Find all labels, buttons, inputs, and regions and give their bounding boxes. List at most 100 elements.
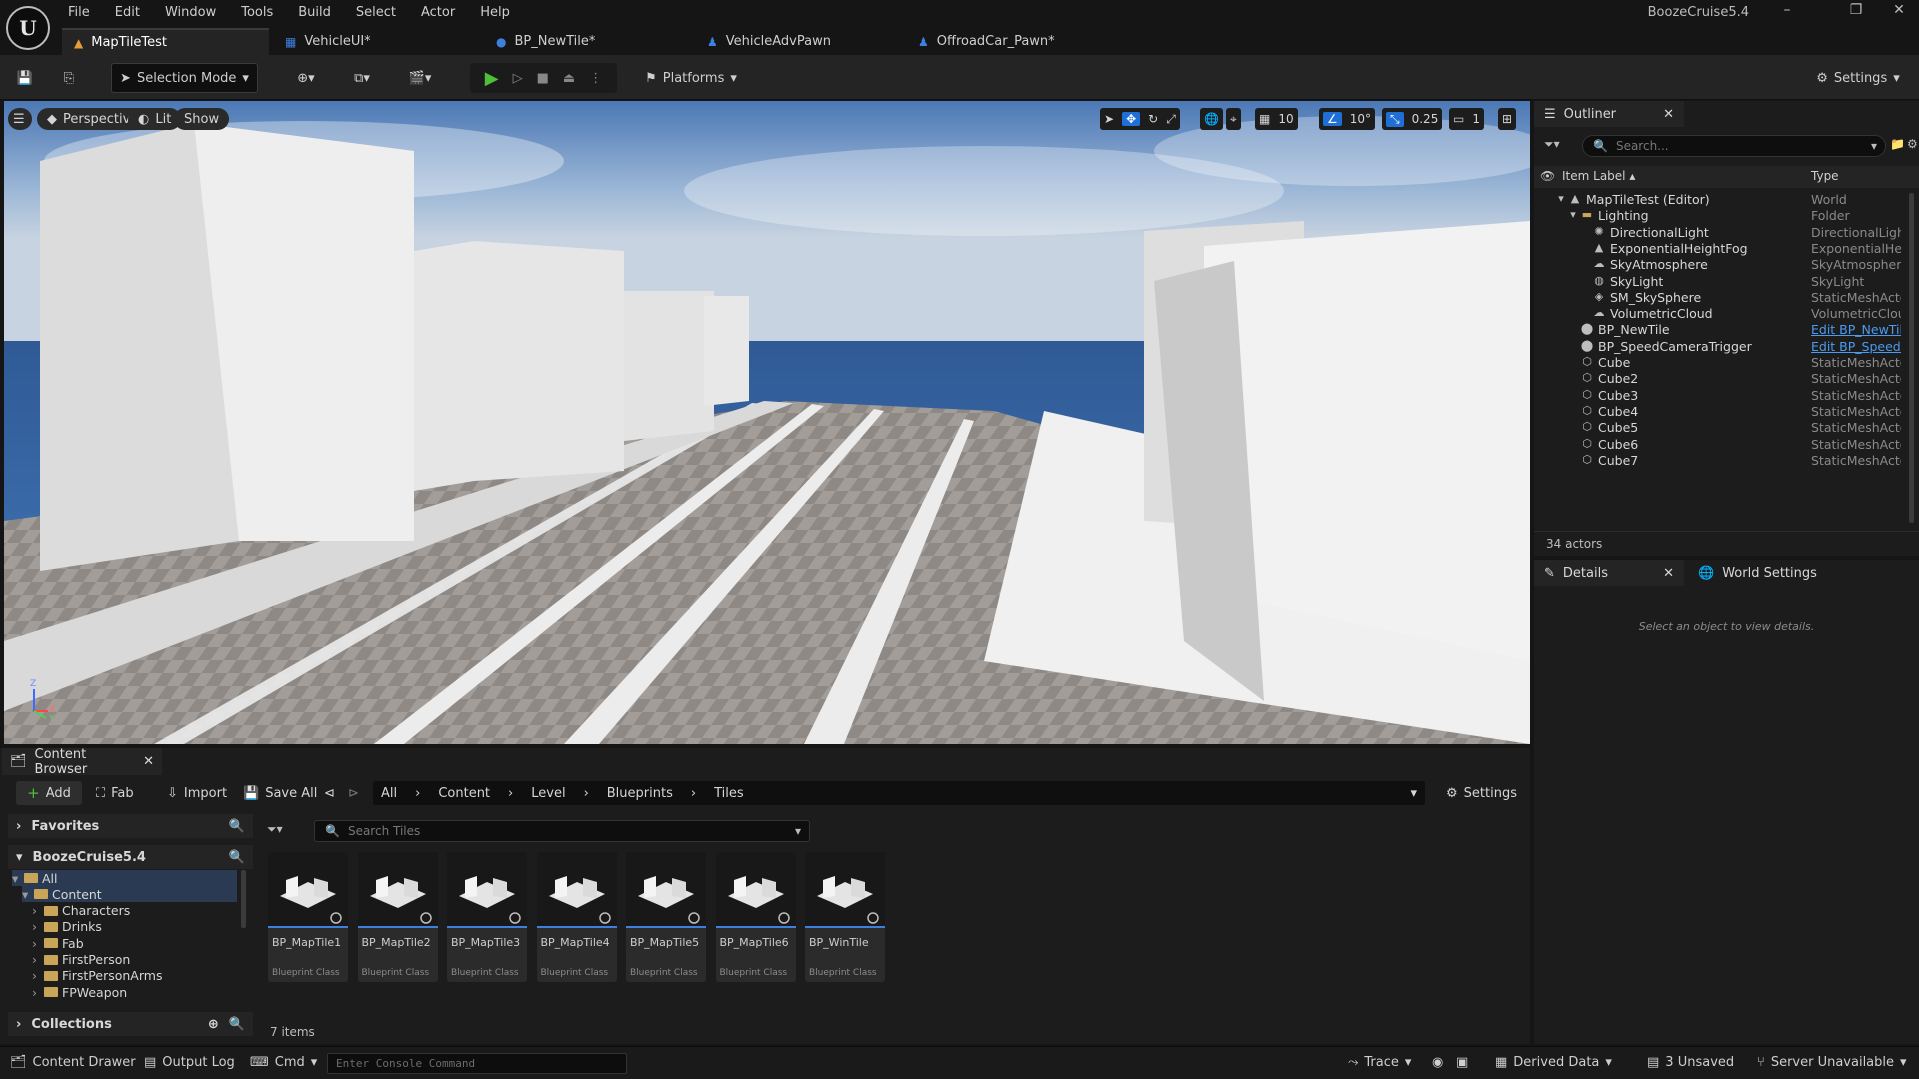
favorites-header[interactable]: › Favorites 🔍 [8, 814, 253, 838]
show-button[interactable]: Show [174, 108, 230, 130]
folder-tree-item[interactable]: › FPWeapon [32, 984, 127, 1000]
step-icon[interactable]: ▷ [513, 71, 523, 86]
col-type[interactable]: Type [1811, 169, 1839, 183]
outliner-row[interactable]: ⬡ Cube7 StaticMeshActor [1534, 451, 1902, 471]
add-actor-icon[interactable]: ⊕▾ [287, 63, 325, 93]
close-icon[interactable]: ✕ [143, 754, 154, 769]
close-icon[interactable]: ✕ [1663, 566, 1674, 581]
asset-search-input[interactable]: 🔍 Search Tiles ▾ [314, 820, 810, 842]
tab-content-browser[interactable]: 🗂 Content Browser ✕ [2, 747, 162, 777]
folder-tree-item[interactable]: ▾ Content [22, 886, 237, 903]
col-item-label[interactable]: Item Label ▴ [1562, 169, 1635, 183]
breadcrumb-level[interactable]: Level [531, 786, 565, 801]
unreal-logo-icon[interactable]: U [6, 6, 50, 50]
outliner-search-input[interactable]: 🔍 Search... ▾ [1582, 135, 1886, 157]
maximize-viewport-icon[interactable]: ⊞ [1498, 108, 1517, 130]
source-control-dropdown[interactable]: ⑂ Server Unavailable ▾ [1757, 1055, 1907, 1070]
platforms-dropdown[interactable]: ⚑ Platforms ▾ [641, 63, 741, 93]
asset-tile[interactable]: BP_MapTile3 Blueprint Class [447, 852, 527, 982]
save-icon[interactable]: 💾 [14, 63, 36, 93]
asset-tile[interactable]: BP_WinTile Blueprint Class [805, 852, 885, 982]
eye-icon[interactable]: 👁 [1540, 169, 1555, 183]
menu-build[interactable]: Build [298, 5, 331, 20]
eject-icon[interactable]: ⏏ [563, 71, 575, 86]
chevron-right-icon[interactable]: › [32, 936, 40, 951]
derived-data-dropdown[interactable]: ▦ Derived Data ▾ [1495, 1055, 1612, 1070]
search-icon[interactable]: 🔍 [229, 850, 245, 865]
select-tool-icon[interactable]: ➤ [1104, 112, 1114, 126]
filter-icon[interactable]: ⏷▾ [1544, 137, 1560, 152]
new-folder-icon[interactable]: 📁 [1890, 137, 1905, 151]
rotate-tool-icon[interactable]: ↻ [1148, 112, 1158, 126]
chevron-down-icon[interactable]: ▾ [22, 887, 30, 902]
world-space-icon[interactable]: 🌐 [1200, 108, 1223, 130]
fab-button[interactable]: ⛶ Fab [96, 781, 134, 805]
menu-edit[interactable]: Edit [115, 5, 140, 20]
close-window-icon[interactable]: ✕ [1879, 2, 1919, 24]
scale-tool-icon[interactable]: ⤢ [1166, 112, 1176, 127]
console-command-input[interactable]: Enter Console Command [327, 1053, 627, 1074]
search-icon[interactable]: 🔍 [229, 1017, 245, 1032]
unsaved-button[interactable]: ▤ 3 Unsaved [1647, 1055, 1734, 1070]
folder-tree-item[interactable]: ▾ All [12, 870, 237, 886]
folder-tree-item[interactable]: › FirstPerson [32, 952, 130, 968]
camera-speed-button[interactable]: ▭ 1 [1449, 108, 1484, 130]
trace-dropdown[interactable]: ⤳ Trace ▾ [1348, 1055, 1411, 1070]
save-all-button[interactable]: 💾 Save All [243, 781, 317, 805]
chevron-right-icon[interactable]: › [32, 968, 40, 983]
close-icon[interactable]: ✕ [1663, 107, 1674, 122]
restore-icon[interactable]: ❐ [1836, 2, 1876, 24]
asset-tile[interactable]: BP_MapTile4 Blueprint Class [536, 852, 617, 982]
gear-icon[interactable]: ⚙ [1907, 137, 1918, 151]
tab-bp-newtile[interactable]: ● BP_NewTile* [484, 28, 691, 55]
chevron-right-icon[interactable]: › [32, 952, 40, 967]
tab-world-settings[interactable]: 🌐 World Settings [1688, 560, 1868, 586]
asset-tile[interactable]: BP_MapTile2 Blueprint Class [357, 852, 438, 982]
record-icon[interactable]: ◉ [1432, 1055, 1443, 1070]
menu-help[interactable]: Help [480, 5, 510, 20]
chevron-right-icon[interactable]: › [32, 919, 40, 934]
add-button[interactable]: + Add [16, 781, 82, 805]
menu-tools[interactable]: Tools [241, 5, 273, 20]
menu-window[interactable]: Window [165, 5, 216, 20]
menu-select[interactable]: Select [356, 5, 396, 20]
content-settings-button[interactable]: ⚙ Settings [1446, 781, 1517, 805]
asset-tile[interactable]: BP_MapTile5 Blueprint Class [626, 852, 706, 982]
blueprint-menu-icon[interactable]: ⧉▾ [343, 63, 381, 93]
chevron-down-icon[interactable]: ▾ [1410, 786, 1417, 801]
filter-icon[interactable]: ⏷▾ [267, 822, 283, 837]
viewport-menu-icon[interactable]: ☰ [8, 108, 32, 130]
tab-maptiletest[interactable]: ▲ MapTileTest [62, 28, 269, 55]
chevron-right-icon[interactable]: › [32, 903, 40, 918]
tab-vehicleui[interactable]: ▦ VehicleUI* [273, 28, 480, 55]
add-collection-icon[interactable]: ⊕ [208, 1017, 219, 1032]
expand-arrow-icon[interactable]: ▾ [1554, 192, 1568, 206]
outliner-scrollbar[interactable] [1909, 193, 1914, 523]
folder-tree-item[interactable]: › Drinks [32, 919, 102, 935]
chevron-right-icon[interactable]: › [32, 985, 40, 1000]
play-icon[interactable]: ▶ [485, 68, 499, 89]
grid-snap-toggle[interactable]: ▦ 10 [1255, 108, 1298, 130]
edit-blueprint-link[interactable]: Edit BP_NewTile [1811, 322, 1901, 337]
breadcrumb-content[interactable]: Content [438, 786, 490, 801]
collections-header[interactable]: › Collections ⊕ 🔍 [8, 1012, 253, 1036]
import-button[interactable]: ⇩ Import [167, 781, 227, 805]
folder-tree-item[interactable]: › Fab [32, 935, 84, 951]
tab-vehicleadvpawn[interactable]: ♟ VehicleAdvPawn [695, 28, 902, 55]
settings-dropdown[interactable]: ⚙ Settings ▾ [1812, 63, 1904, 93]
folder-tree-item[interactable]: › FirstPersonArms [32, 968, 162, 984]
breadcrumb-blueprints[interactable]: Blueprints [607, 786, 673, 801]
cmd-dropdown[interactable]: ⌨ Cmd ▾ [250, 1055, 317, 1070]
asset-tile[interactable]: BP_MapTile6 Blueprint Class [715, 852, 796, 982]
surface-snap-icon[interactable]: ⌖ [1226, 108, 1241, 130]
tab-offroadcar-pawn[interactable]: ♟ OffroadCar_Pawn* [906, 28, 1113, 55]
expand-arrow-icon[interactable]: ▾ [1566, 208, 1580, 222]
menu-actor[interactable]: Actor [421, 5, 455, 20]
output-log-button[interactable]: ▤ Output Log [144, 1055, 235, 1070]
content-drawer-button[interactable]: 🗂 Content Drawer [10, 1055, 136, 1070]
stop-icon[interactable]: ■ [537, 71, 549, 86]
screenshot-icon[interactable]: ▣ [1456, 1055, 1468, 1070]
translate-tool-icon[interactable]: ✥ [1122, 112, 1141, 126]
scale-snap-toggle[interactable]: ⤡ 0.25 [1382, 108, 1443, 130]
menu-file[interactable]: File [68, 5, 90, 20]
